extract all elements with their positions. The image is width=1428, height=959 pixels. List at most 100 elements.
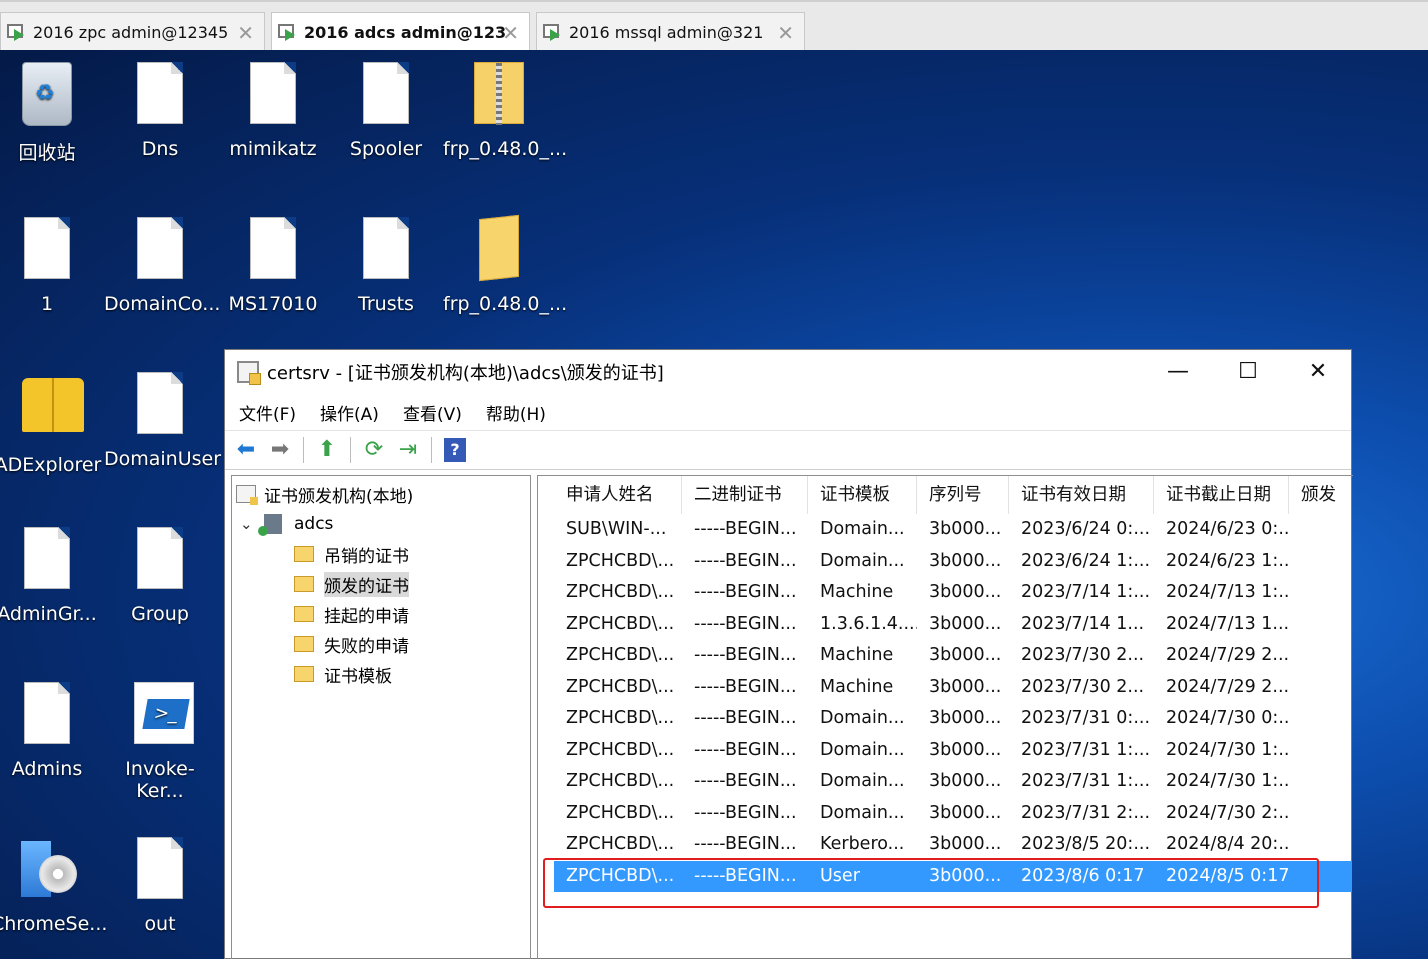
column-header[interactable]: 申请人姓名 <box>554 476 682 514</box>
desktop-icon-trusts[interactable]: Trusts <box>330 217 442 315</box>
table-cell: ZPCHCBD\... <box>566 613 675 634</box>
desktop-icon-recycle-bin[interactable]: ♻ 回收站 <box>0 62 103 165</box>
desktop-icon-mimikatz[interactable]: mimikatz <box>217 62 329 160</box>
back-arrow-icon[interactable]: ⬅ <box>231 436 261 464</box>
desktop-icon-chromese[interactable]: ChromeSe... <box>0 837 108 935</box>
menu-action[interactable]: 操作(A) <box>320 400 379 425</box>
table-cell: 2023/7/31 1:... <box>1021 771 1151 791</box>
forward-arrow-icon[interactable]: ➡ <box>265 436 295 464</box>
table-row[interactable]: ZPCHCBD\... -----BEGIN... Domain... 3b000..… <box>554 735 1352 766</box>
desktop-icon-1[interactable]: 1 <box>0 217 103 315</box>
desktop-icon-adexplorer[interactable]: ADExplorer <box>0 372 104 476</box>
table-cell: ZPCHCBD\... <box>566 708 675 728</box>
table-row[interactable]: SUB\WIN-... -----BEGIN... Domain... 3b000..… <box>554 514 1352 545</box>
tree-item-pending[interactable]: 挂起的申请 <box>294 600 409 628</box>
column-header[interactable]: 二进制证书 <box>682 476 808 514</box>
menu-bar: 文件(F) 操作(A) 查看(V) 帮助(H) <box>225 394 1351 430</box>
close-button[interactable]: ✕ <box>1283 356 1353 388</box>
table-cell: -----BEGIN... <box>694 739 797 760</box>
table-cell: 2024/7/29 2... <box>1166 676 1289 697</box>
tree-label: 证书颁发机构(本地) <box>264 486 414 507</box>
minimize-button[interactable]: — <box>1143 356 1213 388</box>
desktop-icon-out[interactable]: out <box>104 837 216 935</box>
tab-2016-adcs[interactable]: 2016 adcs admin@123 ✕ <box>271 12 530 52</box>
column-header[interactable]: 证书模板 <box>808 476 917 514</box>
column-header[interactable]: 序列号 <box>917 476 1009 514</box>
tab-2016-mssql[interactable]: 2016 mssql admin@321 ✕ <box>536 12 805 52</box>
text-file-icon <box>24 217 70 279</box>
desktop-icon-frp-folder[interactable]: frp_0.48.0_... <box>443 214 567 315</box>
recycle-bin-icon: ♻ <box>22 62 72 126</box>
table-cell: 3b000... <box>929 771 1002 791</box>
close-icon[interactable]: ✕ <box>502 21 519 45</box>
desktop-icon-spooler[interactable]: Spooler <box>330 62 442 160</box>
table-row[interactable]: ZPCHCBD\... -----BEGIN... Domain... 3b000..… <box>554 546 1352 577</box>
remote-session-icon <box>278 23 298 42</box>
certificate-authority-icon <box>236 485 258 505</box>
desktop-icon-admingr[interactable]: AdminGr... <box>0 527 103 625</box>
window-title: certsrv - [证书颁发机构(本地)\adcs\颁发的证书] <box>267 363 664 384</box>
up-folder-icon[interactable]: ⬆ <box>312 436 342 464</box>
tree-root[interactable]: 证书颁发机构(本地) <box>236 480 413 508</box>
table-cell: ZPCHCBD\... <box>566 802 675 823</box>
table-cell: 2023/7/30 2... <box>1021 676 1145 697</box>
column-header[interactable]: 证书有效日期 <box>1009 476 1154 514</box>
menu-file[interactable]: 文件(F) <box>239 400 296 425</box>
tree-item-issued[interactable]: 颁发的证书 <box>294 570 409 598</box>
table-row[interactable]: ZPCHCBD\... -----BEGIN... Domain... 3b000..… <box>554 766 1352 797</box>
table-row[interactable]: ZPCHCBD\... -----BEGIN... Machine 3b000... 2… <box>554 577 1352 608</box>
desktop-icon-label: 回收站 <box>18 142 76 164</box>
table-cell: 3b000... <box>929 582 1002 602</box>
table-cell: -----BEGIN... <box>694 708 797 728</box>
table-cell: ZPCHCBD\... <box>566 739 675 760</box>
chevron-down-icon[interactable]: ⌄ <box>240 515 254 533</box>
table-row[interactable]: ZPCHCBD\... -----BEGIN... Domain... 3b000..… <box>554 798 1352 829</box>
tab-2016-zpc[interactable]: 2016 zpc admin@12345 ✕ <box>0 12 265 52</box>
table-cell: 2023/7/14 1:... <box>1021 582 1151 602</box>
table-cell: -----BEGIN... <box>694 519 797 539</box>
menu-view[interactable]: 查看(V) <box>403 400 462 425</box>
close-icon[interactable]: ✕ <box>777 21 794 45</box>
column-header[interactable]: 证书截止日期 <box>1154 476 1289 514</box>
desktop-icon-invoke-ker[interactable]: >_ Invoke-Ker... <box>104 682 216 802</box>
tree-server-adcs[interactable]: ⌄ adcs <box>240 510 333 538</box>
desktop-icon-admins[interactable]: Admins <box>0 682 103 780</box>
table-cell: 3b000... <box>929 739 1002 760</box>
tree-item-templates[interactable]: 证书模板 <box>294 660 392 688</box>
desktop-icon-domainuser[interactable]: DomainUser <box>104 372 221 470</box>
table-row[interactable]: ZPCHCBD\... -----BEGIN... Kerbero... 3b000.… <box>554 829 1352 860</box>
column-header[interactable]: 颁发 <box>1289 476 1353 514</box>
table-cell: 2023/6/24 1:... <box>1021 550 1151 571</box>
table-row[interactable]: ZPCHCBD\... -----BEGIN... 1.3.6.1.4.... 3b0… <box>554 609 1352 640</box>
menu-help[interactable]: 帮助(H) <box>486 400 546 425</box>
table-cell: Domain... <box>820 739 905 760</box>
desktop-icon-domainco[interactable]: DomainCo... <box>104 217 220 315</box>
table-cell: 2023/7/31 1:... <box>1021 739 1151 760</box>
toolbar: ⬅ ➡ ⬆ ⟳ ⇥ ? <box>225 430 1351 470</box>
table-cell: -----BEGIN... <box>694 550 797 571</box>
export-list-icon[interactable]: ⇥ <box>393 436 423 464</box>
close-icon[interactable]: ✕ <box>237 21 254 45</box>
desktop-icon-label: AdminGr... <box>0 603 97 625</box>
table-cell: Domain... <box>820 802 905 823</box>
table-cell: ZPCHCBD\... <box>566 676 675 697</box>
desktop-icon-ms17010[interactable]: MS17010 <box>217 217 329 315</box>
maximize-button[interactable]: ☐ <box>1213 356 1283 388</box>
window-titlebar[interactable]: certsrv - [证书颁发机构(本地)\adcs\颁发的证书] — ☐ ✕ <box>225 350 1351 394</box>
text-file-icon <box>137 527 183 589</box>
table-cell: 2024/7/30 1:... <box>1166 771 1289 791</box>
tree-item-failed[interactable]: 失败的申请 <box>294 630 409 658</box>
desktop-icon-frp-zip[interactable]: frp_0.48.0_... <box>443 62 567 160</box>
table-row[interactable]: ZPCHCBD\... -----BEGIN... Machine 3b000... 2… <box>554 672 1352 703</box>
table-cell: 3b000... <box>929 834 1002 854</box>
desktop-icon-dns[interactable]: Dns <box>104 62 216 160</box>
text-file-icon <box>250 62 296 124</box>
desktop-icon-group[interactable]: Group <box>104 527 216 625</box>
table-row[interactable]: ZPCHCBD\... -----BEGIN... Machine 3b000... 2… <box>554 640 1352 671</box>
desktop-icon-label: ChromeSe... <box>0 913 108 935</box>
refresh-icon[interactable]: ⟳ <box>359 436 389 464</box>
table-row[interactable]: ZPCHCBD\... -----BEGIN... Domain... 3b000..… <box>554 703 1352 734</box>
tree-item-revoked[interactable]: 吊销的证书 <box>294 540 409 568</box>
help-icon[interactable]: ? <box>444 438 466 462</box>
certificate-authority-icon <box>237 361 261 385</box>
